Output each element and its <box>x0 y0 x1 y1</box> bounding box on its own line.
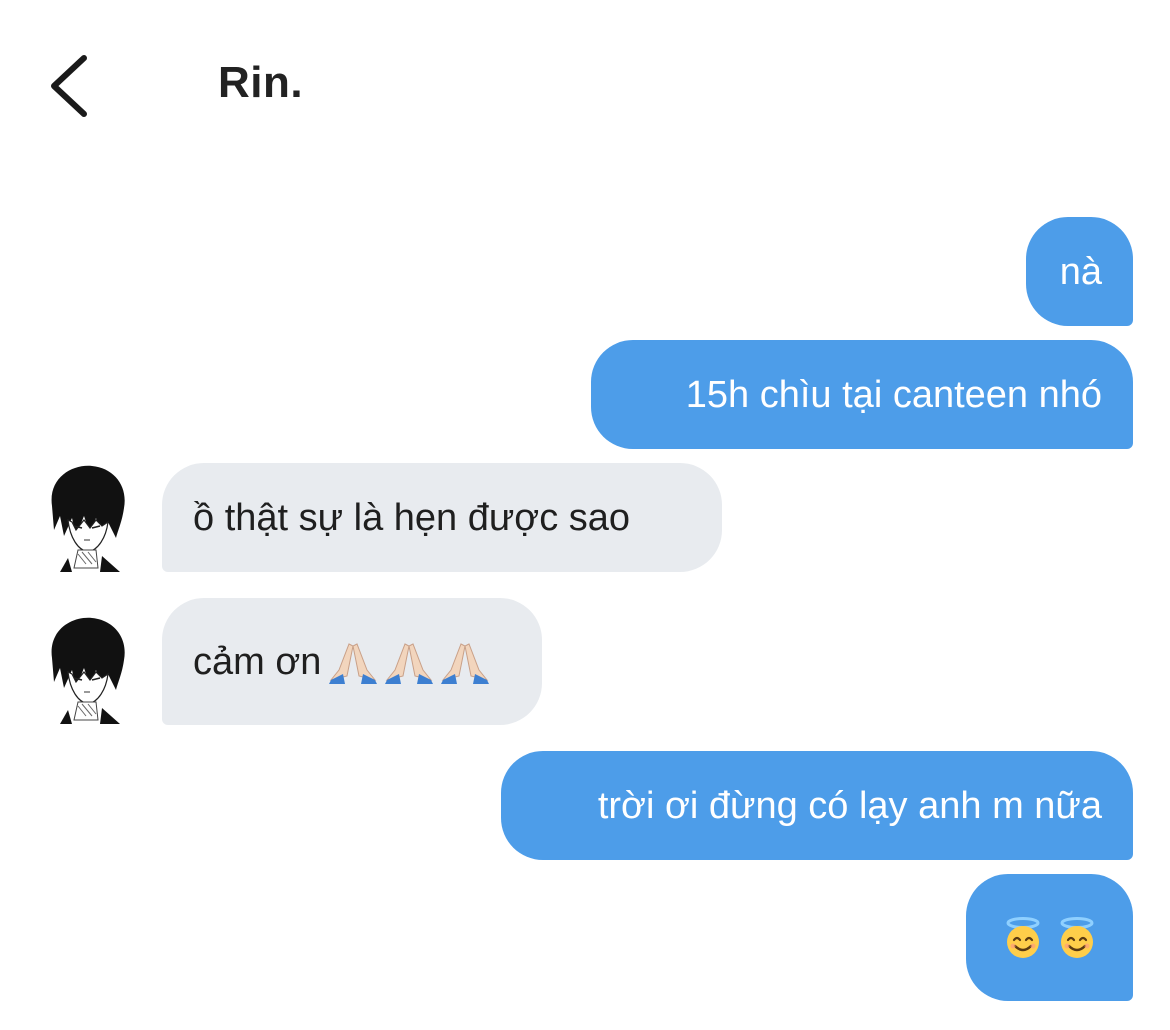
smiling-face-with-halo-emoji <box>1056 916 1098 959</box>
avatar-illustration <box>51 465 125 572</box>
message-text: 15h chìu tại canteen nhó <box>685 373 1102 416</box>
avatar-illustration <box>51 617 125 724</box>
contact-avatar[interactable] <box>42 616 128 726</box>
chevron-left-icon <box>51 55 87 117</box>
message-bubble-received[interactable]: cảm ơn <box>162 598 542 725</box>
folded-hands-emoji <box>441 640 490 684</box>
message-text: trời ơi đừng có lạy anh m nữa <box>597 784 1102 827</box>
chat-header: Rin. <box>0 0 1170 170</box>
message-bubble-sent[interactable]: nà <box>1026 217 1133 326</box>
folded-hands-emoji <box>385 640 434 684</box>
message-text: ồ thật sự là hẹn được sao <box>193 496 631 539</box>
message-bubble-sent[interactable]: 15h chìu tại canteen nhó <box>591 340 1133 449</box>
contact-name[interactable]: Rin. <box>218 58 303 108</box>
message-text: nà <box>1059 250 1102 293</box>
smiling-face-with-halo-emoji <box>1002 916 1044 959</box>
folded-hands-emoji <box>329 640 378 684</box>
message-bubble-received[interactable]: ồ thật sự là hẹn được sao <box>162 463 722 572</box>
contact-avatar[interactable] <box>42 464 128 574</box>
message-bubble-sent[interactable] <box>966 874 1133 1001</box>
back-button[interactable] <box>40 48 96 124</box>
message-text: cảm ơn <box>193 640 322 683</box>
message-bubble-sent[interactable]: trời ơi đừng có lạy anh m nữa <box>501 751 1133 860</box>
